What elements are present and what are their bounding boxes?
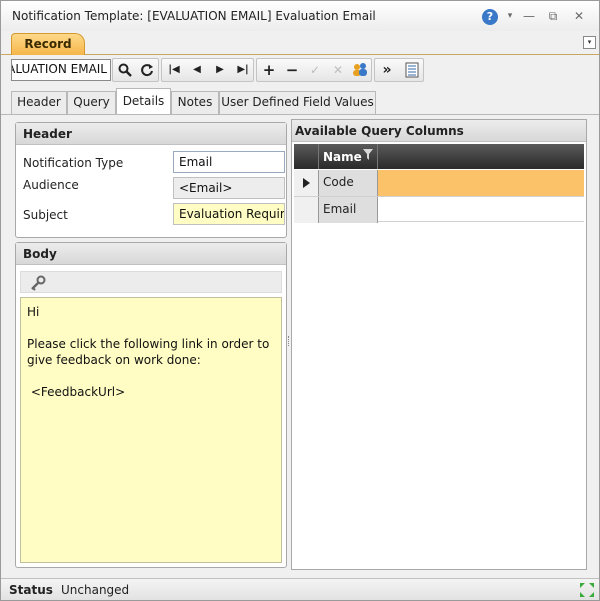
previous-record-icon[interactable]: ◀: [186, 59, 208, 81]
available-query-columns-title: Available Query Columns: [292, 120, 586, 142]
save-check-icon[interactable]: ✓: [304, 59, 326, 81]
cancel-icon[interactable]: ✕: [327, 59, 349, 81]
tab-divider: [1, 114, 599, 115]
notes-icon[interactable]: [401, 59, 423, 81]
insert-link-icon[interactable]: [29, 274, 47, 295]
close-button[interactable]: ✕: [570, 7, 588, 25]
filter-icon[interactable]: [363, 149, 373, 164]
help-dropdown-icon[interactable]: ▾: [504, 7, 516, 25]
grid-header-indicator: [294, 144, 319, 169]
users-icon[interactable]: [349, 59, 371, 81]
tab-query[interactable]: Query: [67, 91, 116, 114]
search-button-group: [112, 58, 159, 82]
table-cell-name[interactable]: Code: [319, 170, 378, 196]
help-icon[interactable]: ?: [482, 9, 498, 25]
more-button-group: »: [374, 58, 424, 82]
grid-header-row: Name: [294, 144, 584, 169]
delete-icon[interactable]: −: [281, 59, 303, 81]
status-bar: Status Unchanged: [1, 578, 599, 600]
last-record-icon[interactable]: ▶|: [232, 59, 254, 81]
navigation-button-group: |◀ ◀ ▶ ▶|: [161, 58, 254, 82]
notification-type-label: Notification Type: [23, 156, 124, 170]
subject-label: Subject: [23, 208, 68, 222]
resize-grip-icon[interactable]: [579, 582, 595, 601]
tab-user-defined-field-values[interactable]: User Defined Field Values: [219, 91, 376, 114]
header-panel-title: Header: [16, 123, 286, 145]
tab-details[interactable]: Details: [116, 88, 171, 115]
body-toolbar: [20, 271, 282, 293]
next-record-icon[interactable]: ▶: [209, 59, 231, 81]
body-panel: Body Hi Please click the following link …: [15, 242, 287, 568]
body-panel-title: Body: [16, 243, 286, 265]
table-cell-name[interactable]: Email: [319, 197, 378, 223]
notification-template-window: Notification Template: [EVALUATION EMAIL…: [0, 0, 600, 601]
header-panel: Header Notification Type Email Audience …: [15, 122, 287, 238]
tab-header[interactable]: Header: [11, 91, 67, 114]
ribbon-tab-record[interactable]: Record: [11, 33, 85, 55]
edit-button-group: + − ✓ ✕: [256, 58, 372, 82]
audience-label: Audience: [23, 178, 79, 192]
table-row[interactable]: Code: [294, 170, 584, 196]
tab-notes[interactable]: Notes: [171, 91, 219, 114]
grid-header-name[interactable]: Name: [319, 144, 378, 169]
ribbon-collapse-icon[interactable]: ▾: [583, 36, 596, 49]
row-indicator: [294, 197, 319, 223]
name-column-label: Name: [323, 150, 362, 164]
record-toolbar: EVALUATION EMAIL |◀ ◀ ▶ ▶| + − ✓ ✕ »: [1, 55, 599, 85]
refresh-icon[interactable]: [136, 59, 158, 81]
window-title: Notification Template: [EVALUATION EMAIL…: [12, 9, 376, 23]
search-icon[interactable]: [114, 59, 136, 81]
table-row[interactable]: Email: [294, 196, 584, 223]
first-record-icon[interactable]: |◀: [163, 59, 185, 81]
audience-field[interactable]: <Email>: [173, 177, 285, 199]
status-value: Unchanged: [61, 583, 130, 597]
add-icon[interactable]: +: [258, 59, 280, 81]
panel-splitter[interactable]: [288, 336, 290, 346]
restore-button[interactable]: ⧉: [544, 7, 562, 25]
more-icon[interactable]: »: [376, 59, 398, 81]
record-search-input[interactable]: EVALUATION EMAIL: [11, 59, 111, 81]
notification-type-field[interactable]: Email: [173, 151, 285, 173]
available-query-columns-panel: Available Query Columns Name Code Email: [291, 119, 587, 570]
title-bar: Notification Template: [EVALUATION EMAIL…: [1, 1, 599, 31]
detail-tabs: Header Query Details Notes User Defined …: [1, 85, 599, 115]
row-indicator: [294, 170, 319, 196]
body-text-editor[interactable]: Hi Please click the following link in or…: [20, 297, 282, 563]
minimize-button[interactable]: —: [520, 7, 538, 25]
status-label: Status: [9, 583, 53, 597]
ribbon-tab-strip: Record ▾: [1, 31, 599, 55]
subject-field[interactable]: Evaluation Required: [173, 203, 285, 225]
